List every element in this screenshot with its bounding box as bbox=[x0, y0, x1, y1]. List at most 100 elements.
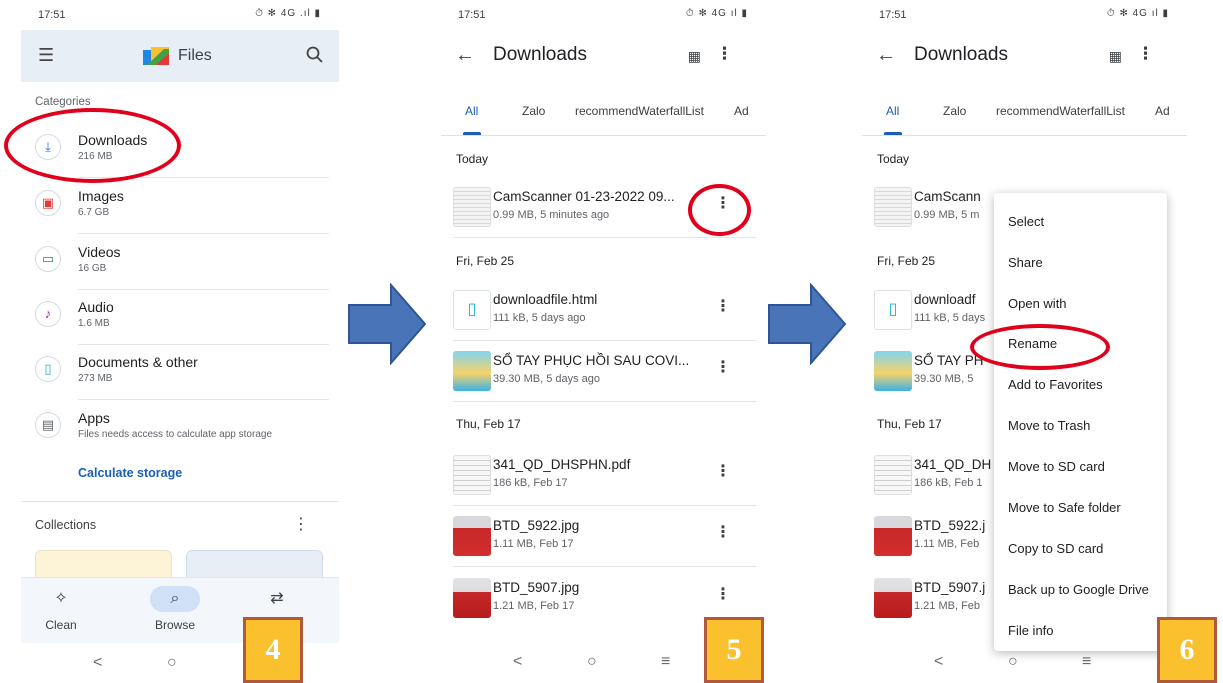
file-thumbnail bbox=[453, 455, 491, 495]
back-nav-icon[interactable]: < bbox=[93, 654, 102, 672]
menu-item-select[interactable]: Select bbox=[1008, 214, 1044, 229]
section-feb17: Thu, Feb 17 bbox=[877, 417, 942, 431]
more-vert-icon[interactable]: ⋮ bbox=[715, 522, 731, 542]
file-context-menu: Select Share Open with Rename Add to Fav… bbox=[994, 193, 1167, 651]
more-vert-icon[interactable]: ⋮ bbox=[715, 461, 731, 481]
category-name: Audio bbox=[78, 299, 114, 315]
file-name: BTD_5922.jpg bbox=[493, 518, 580, 533]
tab-zalo[interactable]: Zalo bbox=[522, 104, 545, 118]
file-thumbnail bbox=[874, 455, 912, 495]
home-nav-icon[interactable]: ○ bbox=[1008, 653, 1018, 671]
nav-clean[interactable]: ✧ Clean bbox=[21, 586, 101, 632]
menu-item-move-safe[interactable]: Move to Safe folder bbox=[1008, 500, 1121, 515]
highlight-oval bbox=[4, 108, 181, 183]
category-videos[interactable]: ▭ Videos 16 GB bbox=[21, 234, 339, 290]
nav-label: Clean bbox=[45, 618, 77, 632]
nav-browse[interactable]: ⌕ Browse bbox=[135, 586, 215, 632]
grid-view-icon[interactable]: ▦ bbox=[1109, 48, 1122, 65]
file-meta: 1.11 MB, Feb 17 bbox=[493, 538, 574, 550]
menu-item-move-sd[interactable]: Move to SD card bbox=[1008, 459, 1105, 474]
section-feb17: Thu, Feb 17 bbox=[456, 417, 521, 431]
more-vert-icon[interactable]: ⋮ bbox=[715, 296, 731, 316]
file-meta: 111 kB, 5 days bbox=[914, 312, 986, 324]
category-images[interactable]: ▣ Images 6.7 GB bbox=[21, 178, 339, 234]
file-row[interactable]: ▯ downloadfile.html 111 kB, 5 days ago ⋮ bbox=[441, 283, 756, 341]
nav-share[interactable]: ⇄ bbox=[237, 586, 317, 618]
file-thumbnail bbox=[874, 516, 912, 556]
collections-label: Collections bbox=[35, 518, 97, 532]
more-vert-icon[interactable]: ⋮ bbox=[1137, 44, 1154, 64]
menu-item-share[interactable]: Share bbox=[1008, 255, 1043, 270]
search-icon[interactable] bbox=[305, 45, 325, 65]
file-meta: 1.21 MB, Feb bbox=[914, 600, 981, 612]
menu-item-backup-drive[interactable]: Back up to Google Drive bbox=[1008, 582, 1149, 597]
file-thumbnail bbox=[453, 187, 491, 227]
tab-ad[interactable]: Ad bbox=[1155, 104, 1170, 118]
file-row[interactable]: 341_QD_DHSPHN.pdf 186 kB, Feb 17 ⋮ bbox=[441, 448, 756, 506]
home-nav-icon[interactable]: ○ bbox=[167, 654, 177, 672]
section-feb25: Fri, Feb 25 bbox=[877, 254, 936, 268]
file-name: 341_QD_DH bbox=[914, 457, 992, 472]
menu-item-copy-sd[interactable]: Copy to SD card bbox=[1008, 541, 1103, 556]
file-meta: 1.21 MB, Feb 17 bbox=[493, 600, 575, 612]
app-title: Files bbox=[178, 47, 212, 64]
categories-label: Categories bbox=[35, 96, 91, 108]
audio-icon: ♪ bbox=[35, 301, 61, 327]
tab-zalo[interactable]: Zalo bbox=[943, 104, 966, 118]
file-thumbnail bbox=[453, 351, 491, 391]
category-name: Images bbox=[78, 188, 124, 204]
file-row[interactable]: SỔ TAY PHỤC HỒI SAU COVI... 39.30 MB, 5 … bbox=[441, 344, 756, 402]
menu-item-file-info[interactable]: File info bbox=[1008, 623, 1054, 638]
page-title: Downloads bbox=[493, 44, 587, 65]
document-icon: ▯ bbox=[35, 356, 61, 382]
home-nav-icon[interactable]: ○ bbox=[587, 653, 597, 671]
file-thumbnail bbox=[874, 578, 912, 618]
step-arrow-1-icon bbox=[348, 283, 427, 365]
highlight-oval bbox=[970, 324, 1110, 370]
tab-ad[interactable]: Ad bbox=[734, 104, 749, 118]
section-today: Today bbox=[877, 152, 910, 166]
tab-recommend[interactable]: recommendWaterfallList bbox=[996, 104, 1125, 118]
filter-tabs: All Zalo recommendWaterfallList Ad bbox=[441, 92, 766, 136]
category-apps[interactable]: ▤ Apps Files needs access to calculate a… bbox=[21, 400, 339, 456]
category-documents[interactable]: ▯ Documents & other 273 MB bbox=[21, 344, 339, 400]
app-bar: ☰ Files bbox=[21, 30, 339, 82]
file-row[interactable]: BTD_5922.jpg 1.11 MB, Feb 17 ⋮ bbox=[441, 509, 756, 567]
section-feb25: Fri, Feb 25 bbox=[456, 254, 515, 268]
back-arrow-icon[interactable]: ← bbox=[876, 44, 896, 67]
file-thumbnail bbox=[874, 187, 912, 227]
section-today: Today bbox=[456, 152, 489, 166]
tab-indicator bbox=[463, 132, 481, 135]
browse-icon: ⌕ bbox=[150, 586, 200, 612]
tab-all[interactable]: All bbox=[886, 104, 899, 118]
file-meta: 39.30 MB, 5 bbox=[914, 373, 974, 385]
back-nav-icon[interactable]: < bbox=[513, 653, 522, 671]
document-icon: ▯ bbox=[874, 290, 912, 330]
menu-item-open-with[interactable]: Open with bbox=[1008, 296, 1067, 311]
status-bar: 17:51 ⏱ ✻ 4G ıl ▮ bbox=[862, 0, 1187, 30]
category-size: 1.6 MB bbox=[78, 318, 110, 329]
file-name: BTD_5907.j bbox=[914, 580, 986, 595]
hamburger-menu-icon[interactable]: ☰ bbox=[38, 46, 56, 64]
recents-nav-icon[interactable]: ≡ bbox=[1082, 653, 1091, 671]
back-nav-icon[interactable]: < bbox=[934, 653, 943, 671]
grid-view-icon[interactable]: ▦ bbox=[688, 48, 701, 65]
menu-item-move-trash[interactable]: Move to Trash bbox=[1008, 418, 1090, 433]
files-home-screen: 17:51 ⏱ ✻ 4G .ıl ▮ ☰ Files Categories ⤓ … bbox=[21, 0, 339, 683]
file-name: CamScann bbox=[914, 189, 981, 204]
more-vert-icon[interactable]: ⋮ bbox=[715, 357, 731, 377]
menu-item-add-favorites[interactable]: Add to Favorites bbox=[1008, 377, 1103, 392]
more-vert-icon[interactable]: ⋮ bbox=[715, 584, 731, 604]
back-arrow-icon[interactable]: ← bbox=[455, 44, 475, 67]
more-vert-icon[interactable]: ⋮ bbox=[293, 514, 309, 534]
calculate-storage-link[interactable]: Calculate storage bbox=[78, 466, 182, 480]
file-name: SỔ TAY PH bbox=[914, 353, 984, 368]
nav-label: Browse bbox=[154, 618, 195, 632]
recents-nav-icon[interactable]: ≡ bbox=[661, 653, 670, 671]
more-vert-icon[interactable]: ⋮ bbox=[716, 44, 733, 64]
video-icon: ▭ bbox=[35, 246, 61, 272]
tab-all[interactable]: All bbox=[465, 104, 478, 118]
category-audio[interactable]: ♪ Audio 1.6 MB bbox=[21, 289, 339, 345]
file-meta: 186 kB, Feb 17 bbox=[493, 477, 568, 489]
tab-recommend[interactable]: recommendWaterfallList bbox=[575, 104, 704, 118]
